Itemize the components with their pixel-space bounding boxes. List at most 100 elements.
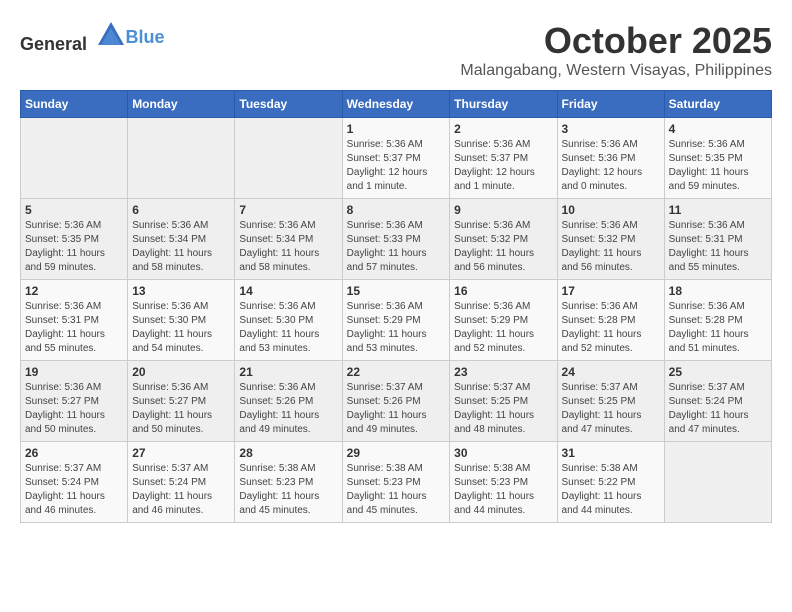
calendar-table: SundayMondayTuesdayWednesdayThursdayFrid… [20,90,772,523]
day-number: 17 [562,284,660,298]
calendar-cell [128,118,235,199]
calendar-cell: 29Sunrise: 5:38 AM Sunset: 5:23 PM Dayli… [342,442,450,523]
day-number: 16 [454,284,552,298]
day-info: Sunrise: 5:36 AM Sunset: 5:35 PM Dayligh… [669,138,767,194]
calendar-cell: 2 Sunrise: 5:36 AM Sunset: 5:37 PM Daylig… [450,118,557,199]
day-number: 25 [669,365,767,379]
calendar-cell: 5 Sunrise: 5:36 AM Sunset: 5:35 PM Daylig… [21,199,128,280]
logo-icon [96,20,126,50]
calendar-week-row: 1 Sunrise: 5:36 AM Sunset: 5:37 PM Daylig… [21,118,772,199]
day-number: 31 [562,446,660,460]
weekday-header-row: SundayMondayTuesdayWednesdayThursdayFrid… [21,91,772,118]
calendar-cell: 6 Sunrise: 5:36 AM Sunset: 5:34 PM Daylig… [128,199,235,280]
weekday-header-wednesday: Wednesday [342,91,450,118]
day-number: 6 [132,203,230,217]
calendar-cell: 23 Sunrise: 5:37 AM Sunset: 5:25 PM Dayli… [450,361,557,442]
weekday-header-thursday: Thursday [450,91,557,118]
day-number: 9 [454,203,552,217]
day-info: Sunrise: 5:36 AM Sunset: 5:28 PM Dayligh… [669,300,767,356]
day-info: Sunrise: 5:36 AM Sunset: 5:32 PM Dayligh… [562,219,660,275]
day-info: Sunrise: 5:36 AM Sunset: 5:27 PM Dayligh… [25,381,123,437]
calendar-cell: 17 Sunrise: 5:36 AM Sunset: 5:28 PM Dayli… [557,280,664,361]
day-number: 27 [132,446,230,460]
day-number: 12 [25,284,123,298]
calendar-cell: 14Sunrise: 5:36 AM Sunset: 5:30 PM Dayli… [235,280,342,361]
calendar-cell: 9 Sunrise: 5:36 AM Sunset: 5:32 PM Daylig… [450,199,557,280]
day-info: Sunrise: 5:36 AM Sunset: 5:36 PM Dayligh… [562,138,660,194]
day-info: Sunrise: 5:37 AM Sunset: 5:24 PM Dayligh… [25,462,123,518]
logo-general-text: General [20,34,87,54]
day-info: Sunrise: 5:36 AM Sunset: 5:34 PM Dayligh… [132,219,230,275]
day-info: Sunrise: 5:36 AM Sunset: 5:32 PM Dayligh… [454,219,552,275]
day-number: 4 [669,122,767,136]
day-info: Sunrise: 5:37 AM Sunset: 5:25 PM Dayligh… [454,381,552,437]
title-area: October 2025 Malangabang, Western Visaya… [460,20,772,80]
day-info: Sunrise: 5:36 AM Sunset: 5:30 PM Dayligh… [132,300,230,356]
calendar-week-row: 12 Sunrise: 5:36 AM Sunset: 5:31 PM Dayli… [21,280,772,361]
calendar-cell: 22Sunrise: 5:37 AM Sunset: 5:26 PM Dayli… [342,361,450,442]
calendar-cell: 3 Sunrise: 5:36 AM Sunset: 5:36 PM Daylig… [557,118,664,199]
day-number: 3 [562,122,660,136]
day-info: Sunrise: 5:36 AM Sunset: 5:30 PM Dayligh… [239,300,337,356]
day-number: 19 [25,365,123,379]
location-subtitle: Malangabang, Western Visayas, Philippine… [460,62,772,80]
day-number: 23 [454,365,552,379]
day-info: Sunrise: 5:36 AM Sunset: 5:27 PM Dayligh… [132,381,230,437]
day-number: 1 [347,122,446,136]
calendar-cell [235,118,342,199]
day-number: 18 [669,284,767,298]
calendar-week-row: 19 Sunrise: 5:36 AM Sunset: 5:27 PM Dayli… [21,361,772,442]
day-number: 24 [562,365,660,379]
calendar-cell: 28 Sunrise: 5:38 AM Sunset: 5:23 PM Dayli… [235,442,342,523]
calendar-cell: 24 Sunrise: 5:37 AM Sunset: 5:25 PM Dayli… [557,361,664,442]
day-info: Sunrise: 5:36 AM Sunset: 5:31 PM Dayligh… [25,300,123,356]
day-number: 8 [347,203,446,217]
day-info: Sunrise: 5:36 AM Sunset: 5:33 PM Dayligh… [347,219,446,275]
calendar-cell: 7 Sunrise: 5:36 AM Sunset: 5:34 PM Daylig… [235,199,342,280]
calendar-cell: 30Sunrise: 5:38 AM Sunset: 5:23 PM Dayli… [450,442,557,523]
weekday-header-tuesday: Tuesday [235,91,342,118]
logo-blue-text: Blue [126,27,165,48]
calendar-header: SundayMondayTuesdayWednesdayThursdayFrid… [21,91,772,118]
weekday-header-friday: Friday [557,91,664,118]
day-number: 15 [347,284,446,298]
weekday-header-sunday: Sunday [21,91,128,118]
day-number: 7 [239,203,337,217]
calendar-week-row: 26Sunrise: 5:37 AM Sunset: 5:24 PM Dayli… [21,442,772,523]
day-info: Sunrise: 5:37 AM Sunset: 5:26 PM Dayligh… [347,381,446,437]
day-number: 20 [132,365,230,379]
day-info: Sunrise: 5:36 AM Sunset: 5:28 PM Dayligh… [562,300,660,356]
day-info: Sunrise: 5:38 AM Sunset: 5:23 PM Dayligh… [347,462,446,518]
day-info: Sunrise: 5:36 AM Sunset: 5:26 PM Dayligh… [239,381,337,437]
calendar-cell: 27Sunrise: 5:37 AM Sunset: 5:24 PM Dayli… [128,442,235,523]
calendar-cell: 21 Sunrise: 5:36 AM Sunset: 5:26 PM Dayli… [235,361,342,442]
calendar-cell: 4 Sunrise: 5:36 AM Sunset: 5:35 PM Daylig… [664,118,771,199]
calendar-cell: 11 Sunrise: 5:36 AM Sunset: 5:31 PM Dayli… [664,199,771,280]
day-info: Sunrise: 5:36 AM Sunset: 5:37 PM Dayligh… [454,138,552,194]
calendar-cell: 25Sunrise: 5:37 AM Sunset: 5:24 PM Dayli… [664,361,771,442]
day-info: Sunrise: 5:36 AM Sunset: 5:31 PM Dayligh… [669,219,767,275]
calendar-cell: 8 Sunrise: 5:36 AM Sunset: 5:33 PM Daylig… [342,199,450,280]
page-header: General Blue October 2025 Malangabang, W… [20,20,772,80]
day-number: 5 [25,203,123,217]
day-number: 28 [239,446,337,460]
calendar-cell: 31Sunrise: 5:38 AM Sunset: 5:22 PM Dayli… [557,442,664,523]
day-info: Sunrise: 5:38 AM Sunset: 5:23 PM Dayligh… [239,462,337,518]
calendar-week-row: 5 Sunrise: 5:36 AM Sunset: 5:35 PM Daylig… [21,199,772,280]
logo: General Blue [20,20,165,55]
calendar-cell: 1Sunrise: 5:36 AM Sunset: 5:37 PM Daylig… [342,118,450,199]
day-info: Sunrise: 5:36 AM Sunset: 5:29 PM Dayligh… [347,300,446,356]
calendar-cell: 20 Sunrise: 5:36 AM Sunset: 5:27 PM Dayli… [128,361,235,442]
calendar-cell: 10Sunrise: 5:36 AM Sunset: 5:32 PM Dayli… [557,199,664,280]
day-number: 21 [239,365,337,379]
day-number: 2 [454,122,552,136]
day-info: Sunrise: 5:36 AM Sunset: 5:34 PM Dayligh… [239,219,337,275]
day-number: 11 [669,203,767,217]
calendar-cell: 19 Sunrise: 5:36 AM Sunset: 5:27 PM Dayli… [21,361,128,442]
calendar-cell: 13Sunrise: 5:36 AM Sunset: 5:30 PM Dayli… [128,280,235,361]
calendar-cell: 16Sunrise: 5:36 AM Sunset: 5:29 PM Dayli… [450,280,557,361]
day-info: Sunrise: 5:37 AM Sunset: 5:25 PM Dayligh… [562,381,660,437]
calendar-cell: 12 Sunrise: 5:36 AM Sunset: 5:31 PM Dayli… [21,280,128,361]
weekday-header-saturday: Saturday [664,91,771,118]
day-info: Sunrise: 5:36 AM Sunset: 5:35 PM Dayligh… [25,219,123,275]
